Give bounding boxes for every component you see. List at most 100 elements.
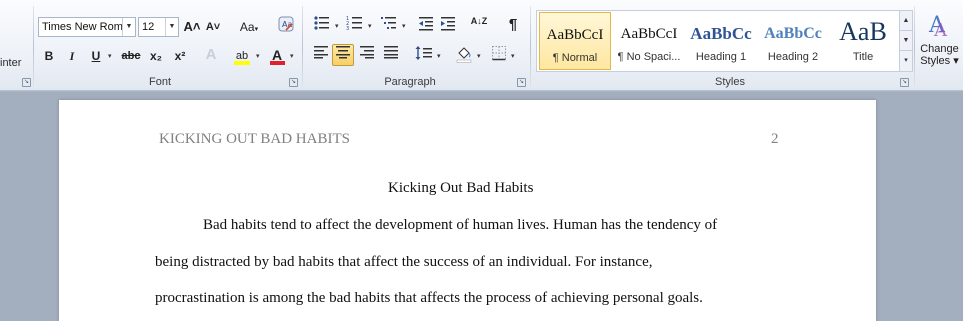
multilevel-list-icon <box>381 17 396 29</box>
chevron-down-icon[interactable]: ▼ <box>122 18 135 36</box>
shrink-font-button[interactable]: A˅ <box>203 16 223 38</box>
decrease-indent-button[interactable] <box>416 14 436 36</box>
body-text-line[interactable]: procrastination is among the bad habits … <box>155 290 755 307</box>
shading-button[interactable] <box>452 44 476 66</box>
superscript-button[interactable]: x² <box>170 45 190 67</box>
paragraph-dialog-launcher-icon[interactable]: ↘ <box>517 78 526 87</box>
bullets-button[interactable] <box>310 14 334 36</box>
styles-group-label: Styles <box>715 76 745 88</box>
gallery-more-icon[interactable]: ▾ <box>900 51 912 71</box>
line-spacing-button[interactable] <box>412 44 436 66</box>
decrease-indent-icon <box>419 17 433 31</box>
style-title[interactable]: AaB Title <box>827 12 899 70</box>
style-name: Title <box>852 51 874 63</box>
style-name: ¶ No Spaci... <box>617 51 681 63</box>
align-left-button[interactable] <box>310 44 332 66</box>
paint-bucket-icon <box>456 47 472 63</box>
format-painter-label[interactable]: inter <box>0 57 21 69</box>
bullets-icon <box>314 16 329 30</box>
font-name-combo[interactable]: Times New Rom ▼ <box>38 17 136 37</box>
change-case-button[interactable]: Aa▾ <box>236 16 262 38</box>
style-sample: AaBbCcI <box>546 27 604 43</box>
underline-button[interactable]: U <box>87 45 105 67</box>
italic-button[interactable]: I <box>63 45 81 67</box>
justify-button[interactable] <box>380 44 402 66</box>
style-heading-2[interactable]: AaBbCc Heading 2 <box>757 12 829 70</box>
style-normal[interactable]: AaBbCcI ¶ Normal <box>539 12 611 70</box>
chevron-down-icon[interactable]: ▾ <box>108 52 112 60</box>
group-separator <box>914 6 915 88</box>
paragraph-group-label: Paragraph <box>384 76 436 88</box>
increase-indent-button[interactable] <box>438 14 458 36</box>
show-formatting-marks-button[interactable]: ¶ <box>503 14 523 36</box>
font-size-combo[interactable]: 12 ▼ <box>138 17 179 37</box>
numbering-button[interactable]: 1 2 3 <box>343 14 367 36</box>
change-styles-label-2: Styles ▾ <box>920 55 959 67</box>
styles-gallery-scroll: ▲ ▼ ▾ <box>899 10 913 72</box>
chevron-down-icon[interactable]: ▾ <box>511 52 515 60</box>
style-name: Heading 2 <box>767 51 819 63</box>
grow-font-button[interactable]: A˄ <box>182 16 202 38</box>
change-styles-button[interactable]: A A Change Styles ▾ <box>916 8 963 74</box>
group-separator <box>302 6 303 88</box>
clear-formatting-button[interactable]: Aa <box>275 14 297 36</box>
font-color-bar <box>270 61 285 65</box>
running-header[interactable]: KICKING OUT BAD HABITS <box>159 131 350 148</box>
change-case-label: Aa <box>239 20 255 34</box>
chevron-down-icon[interactable]: ▼ <box>900 31 912 51</box>
justify-icon <box>384 46 398 59</box>
highlight-color-bar <box>234 61 250 65</box>
line-spacing-icon <box>415 46 432 60</box>
style-name: Heading 1 <box>695 51 747 63</box>
change-styles-icon: A A <box>928 13 948 41</box>
page-number[interactable]: 2 <box>771 131 779 148</box>
chevron-down-icon[interactable]: ▼ <box>165 18 178 36</box>
clipboard-dialog-launcher-icon[interactable]: ↘ <box>22 78 31 87</box>
style-name: ¶ Normal <box>552 52 598 64</box>
align-center-button[interactable] <box>332 44 354 66</box>
font-name-value: Times New Rom <box>42 21 123 33</box>
increase-indent-icon <box>441 17 455 31</box>
multilevel-list-button[interactable] <box>377 14 401 36</box>
chevron-down-icon[interactable]: ▾ <box>477 52 481 60</box>
text-effects-button[interactable]: A <box>200 44 222 66</box>
change-styles-label-1: Change <box>920 43 959 55</box>
group-separator <box>33 6 34 88</box>
quick-styles-gallery: AaBbCcI ¶ Normal AaBbCcI ¶ No Spaci... A… <box>536 10 902 72</box>
align-right-button[interactable] <box>356 44 378 66</box>
group-separator <box>530 6 531 88</box>
numbering-icon: 1 2 3 <box>346 16 362 32</box>
chevron-up-icon[interactable]: ▲ <box>900 11 912 31</box>
style-sample: AaB <box>839 17 887 46</box>
subscript-button[interactable]: x₂ <box>146 45 166 67</box>
style-heading-1[interactable]: AaBbCс Heading 1 <box>685 12 757 70</box>
strikethrough-button[interactable]: abc <box>120 45 142 67</box>
font-size-value: 12 <box>142 21 155 33</box>
chevron-down-icon[interactable]: ▾ <box>402 22 406 30</box>
chevron-down-icon[interactable]: ▾ <box>335 22 339 30</box>
font-color-button[interactable]: A <box>266 44 288 66</box>
style-sample: AaBbCс <box>690 24 752 43</box>
font-group-label: Font <box>148 76 171 88</box>
sort-button[interactable]: A↓Z <box>468 14 490 36</box>
styles-dialog-launcher-icon[interactable]: ↘ <box>900 78 909 87</box>
align-center-icon <box>336 46 350 59</box>
font-dialog-launcher-icon[interactable]: ↘ <box>289 78 298 87</box>
clear-formatting-icon: Aa <box>278 16 294 32</box>
chevron-down-icon[interactable]: ▾ <box>290 52 294 60</box>
body-text-line[interactable]: Bad habits tend to affect the developmen… <box>203 217 763 234</box>
chevron-down-icon[interactable]: ▾ <box>368 22 372 30</box>
svg-text:3: 3 <box>346 26 349 31</box>
svg-text:A: A <box>933 20 948 40</box>
ribbon: inter ↘ Times New Rom ▼ 12 ▼ A˄ A˅ Aa▾ A… <box>0 0 963 91</box>
chevron-down-icon[interactable]: ▾ <box>256 52 260 60</box>
body-text-line[interactable]: being distracted by bad habits that affe… <box>155 254 755 271</box>
align-right-icon <box>360 46 374 59</box>
bold-button[interactable]: B <box>40 45 58 67</box>
style-sample: AaBbCc <box>764 25 822 42</box>
highlight-button[interactable]: ab <box>230 44 254 66</box>
borders-button[interactable] <box>488 44 510 66</box>
document-title[interactable]: Kicking Out Bad Habits <box>388 180 533 197</box>
chevron-down-icon[interactable]: ▾ <box>437 52 441 60</box>
style-no-spacing[interactable]: AaBbCcI ¶ No Spaci... <box>613 12 685 70</box>
